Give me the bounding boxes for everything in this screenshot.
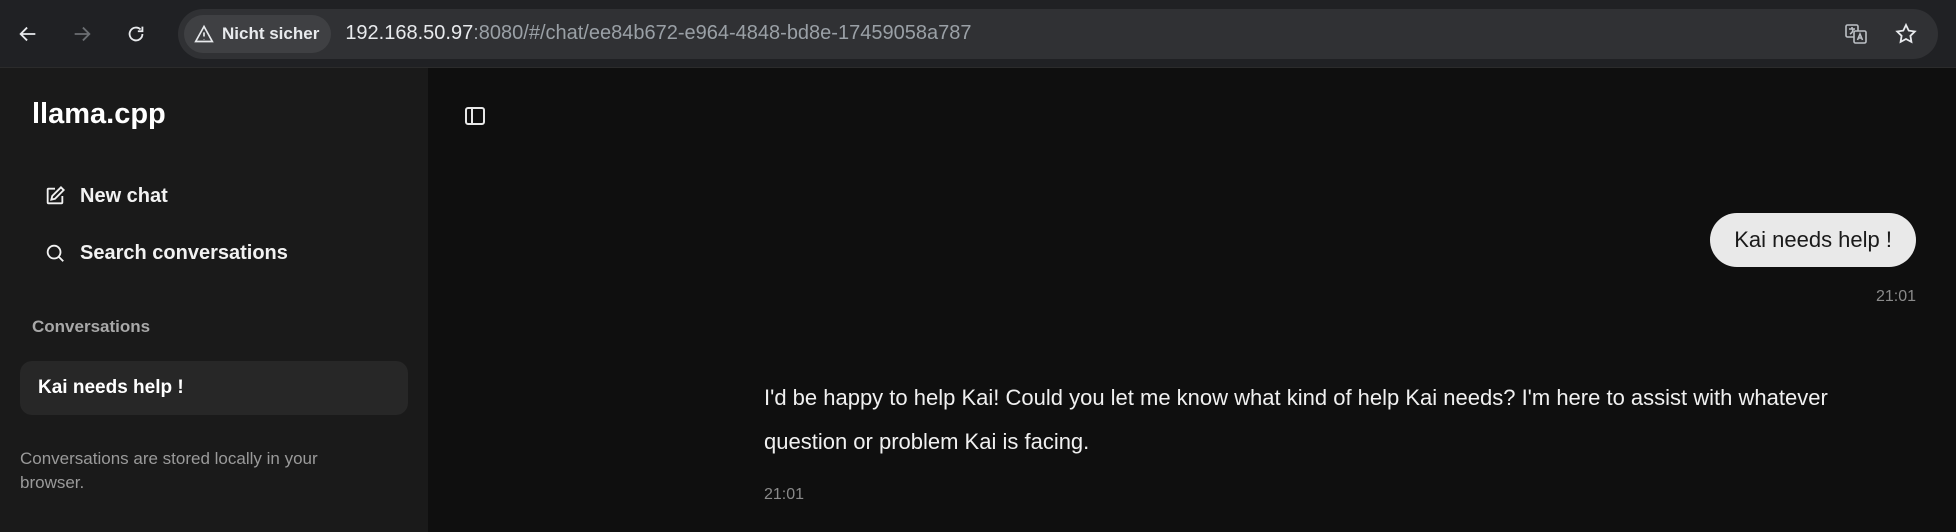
new-chat-button[interactable]: New chat: [20, 174, 408, 218]
user-message-time: 21:01: [1875, 288, 1916, 305]
browser-toolbar: Nicht sicher 192.168.50.97:8080/#/chat/e…: [0, 0, 1956, 68]
assistant-message: I'd be happy to help Kai! Could you let …: [764, 385, 1828, 454]
warning-icon: [194, 24, 214, 42]
sidebar-toggle-button[interactable]: [463, 104, 489, 130]
forward-icon: [74, 26, 91, 41]
conversations-heading: Conversations: [32, 317, 151, 336]
assistant-message-time: 21:01: [764, 486, 805, 503]
reload-icon: [128, 26, 144, 41]
sidebar-toggle-icon: [465, 107, 485, 125]
edit-icon: [46, 185, 66, 205]
url-path: :8080/#/chat/ee84b672-e964-4848-bd8e-174…: [473, 22, 972, 44]
new-chat-label: New chat: [80, 184, 168, 207]
app-title: llama.cpp: [32, 98, 166, 130]
forward-button[interactable]: [64, 16, 100, 52]
back-icon: [19, 26, 36, 41]
url-host: 192.168.50.97: [345, 22, 474, 44]
star-icon[interactable]: [1894, 22, 1918, 46]
search-icon: [46, 244, 64, 262]
user-message: Kai needs help !: [1710, 213, 1916, 267]
search-conversations-label: Search conversations: [80, 241, 288, 264]
conversation-item[interactable]: Kai needs help !: [20, 361, 408, 415]
app: llama.cpp New chat Search conversations …: [0, 68, 1956, 532]
security-label: Nicht sicher: [222, 23, 320, 43]
search-conversations-button[interactable]: Search conversations: [20, 231, 408, 275]
sidebar: llama.cpp New chat Search conversations …: [0, 68, 428, 532]
translate-icon[interactable]: [1844, 22, 1868, 46]
chat-area: Kai needs help ! 21:01 I'd be happy to h…: [428, 68, 1956, 532]
reload-button[interactable]: [118, 16, 154, 52]
address-bar[interactable]: Nicht sicher 192.168.50.97:8080/#/chat/e…: [178, 8, 1938, 59]
back-button[interactable]: [10, 16, 46, 52]
url-text[interactable]: 192.168.50.97:8080/#/chat/ee84b672-e964-…: [345, 22, 971, 45]
security-chip[interactable]: Nicht sicher: [184, 14, 332, 53]
storage-footnote: Conversations are stored locally in your…: [20, 449, 318, 492]
